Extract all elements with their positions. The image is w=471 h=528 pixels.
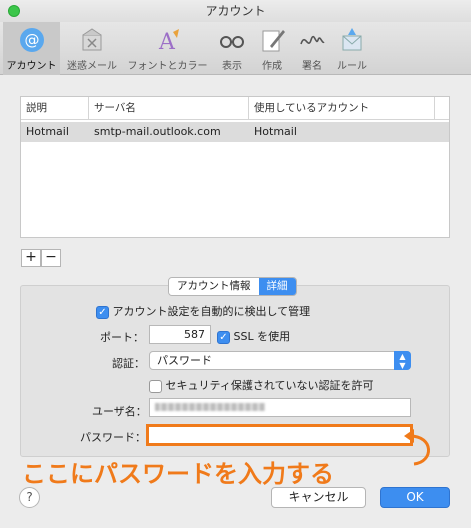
tab-rules[interactable]: ルール xyxy=(334,22,370,75)
auth-select-value: パスワード xyxy=(157,354,212,367)
compose-icon xyxy=(257,25,287,55)
list-controls: + − xyxy=(21,249,61,267)
table-row[interactable]: Hotmail smtp-mail.outlook.com Hotmail xyxy=(21,122,449,142)
tab-fonts-colors[interactable]: A フォントとカラー xyxy=(125,22,210,75)
auth-select[interactable]: パスワード ▲ ▼ xyxy=(149,351,411,370)
svg-text:A: A xyxy=(158,30,176,54)
cell-description: Hotmail xyxy=(26,125,69,138)
svg-text:@: @ xyxy=(24,31,39,49)
auto-detect-row: ✓ アカウント設定を自動的に検出して管理 xyxy=(96,303,310,319)
cell-account: Hotmail xyxy=(254,125,297,138)
ok-button[interactable]: OK xyxy=(380,487,450,508)
table-header: 説明 サーバ名 使用しているアカウント xyxy=(21,97,449,120)
title-bar: アカウント xyxy=(0,0,471,22)
tab-composing[interactable]: 作成 xyxy=(254,22,290,75)
chevron-updown-icon: ▲ ▼ xyxy=(394,351,411,370)
column-header-account[interactable]: 使用しているアカウント xyxy=(249,97,435,119)
junk-mail-icon xyxy=(77,25,107,55)
username-field[interactable] xyxy=(149,398,411,417)
tab-accounts[interactable]: @ アカウント xyxy=(3,22,60,75)
password-field[interactable] xyxy=(146,424,413,446)
column-header-spacer xyxy=(435,97,449,119)
ssl-label: SSL を使用 xyxy=(233,330,291,343)
cell-server: smtp-mail.outlook.com xyxy=(94,125,221,138)
insecure-auth-row: セキュリティ保護されていない認証を許可 xyxy=(149,377,374,393)
port-label: ポート： xyxy=(100,331,144,344)
annotation-text: ここにパスワードを入力する xyxy=(22,460,334,488)
auto-detect-checkbox[interactable]: ✓ xyxy=(96,305,109,319)
rules-icon xyxy=(337,25,367,55)
window-title: アカウント xyxy=(205,4,266,18)
help-button[interactable]: ? xyxy=(19,487,40,508)
insecure-auth-checkbox[interactable] xyxy=(149,379,162,393)
annotation-arrow-icon xyxy=(404,429,430,466)
preferences-toolbar: @ アカウント 迷惑メール A フォントとカラー 表示 作成 署名 ルール xyxy=(0,22,471,75)
smtp-server-list: 説明 サーバ名 使用しているアカウント Hotmail smtp-mail.ou… xyxy=(20,96,450,238)
tab-account-info[interactable]: アカウント情報 xyxy=(169,278,259,295)
ssl-row: ✓ SSL を使用 xyxy=(217,328,290,344)
password-label: パスワード： xyxy=(80,431,146,444)
tab-junk-mail[interactable]: 迷惑メール xyxy=(62,22,122,75)
redacted-username xyxy=(155,403,265,411)
add-server-button[interactable]: + xyxy=(21,249,41,267)
ssl-checkbox[interactable]: ✓ xyxy=(217,330,230,344)
cancel-button[interactable]: キャンセル xyxy=(271,487,366,508)
tab-signatures[interactable]: 署名 xyxy=(294,22,330,75)
tab-viewing[interactable]: 表示 xyxy=(214,22,250,75)
auth-label: 認証： xyxy=(112,357,145,370)
insecure-auth-label: セキュリティ保護されていない認証を許可 xyxy=(165,379,374,392)
window-close-button[interactable] xyxy=(8,5,20,17)
port-field[interactable]: 587 xyxy=(149,325,211,344)
column-header-server[interactable]: サーバ名 xyxy=(89,97,249,119)
fonts-colors-icon: A xyxy=(153,25,183,55)
remove-server-button[interactable]: − xyxy=(41,249,61,267)
column-header-description[interactable]: 説明 xyxy=(21,97,89,119)
detail-tabs: アカウント情報 詳細 xyxy=(168,277,297,296)
glasses-icon xyxy=(217,25,247,55)
username-label: ユーザ名： xyxy=(92,405,147,418)
signature-icon xyxy=(297,25,327,55)
at-icon: @ xyxy=(17,25,47,55)
tab-details[interactable]: 詳細 xyxy=(258,278,296,295)
auto-detect-label: アカウント設定を自動的に検出して管理 xyxy=(112,305,311,318)
